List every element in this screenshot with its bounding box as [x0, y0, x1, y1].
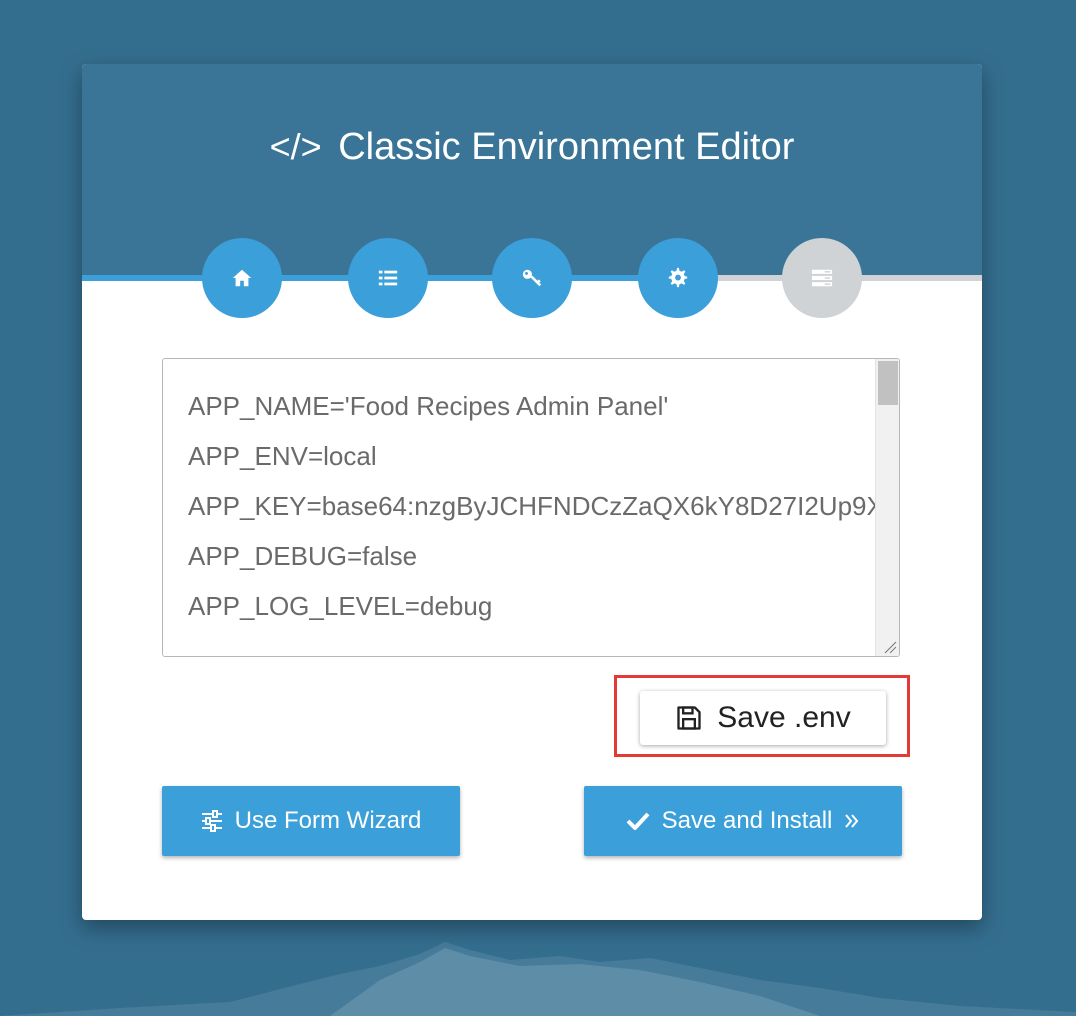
sliders-icon [201, 810, 222, 832]
code-icon: </> [269, 126, 322, 167]
resize-handle-icon[interactable] [883, 640, 897, 654]
check-icon [626, 812, 650, 830]
save-install-button[interactable]: Save and Install [584, 786, 902, 856]
form-wizard-button[interactable]: Use Form Wizard [162, 786, 460, 856]
server-icon [811, 269, 833, 287]
step-home[interactable] [202, 238, 282, 318]
floppy-disk-icon [677, 706, 701, 730]
installer-card: </> Classic Environment Editor APP_NAME=… [82, 64, 982, 920]
save-env-button[interactable]: Save .env [640, 691, 886, 745]
step-permissions[interactable] [492, 238, 572, 318]
save-install-label: Save and Install [661, 807, 833, 834]
env-editor-content[interactable]: APP_NAME='Food Recipes Admin Panel' APP_… [188, 381, 899, 631]
save-env-label: Save .env [717, 701, 851, 734]
page-title: </> Classic Environment Editor [82, 122, 982, 172]
step-requirements[interactable] [348, 238, 428, 318]
home-icon [232, 269, 252, 287]
key-icon [522, 269, 542, 287]
form-wizard-label: Use Form Wizard [234, 807, 422, 834]
editor-scroll-thumb[interactable] [878, 361, 898, 405]
mountain-background [0, 942, 1076, 1016]
step-settings[interactable] [638, 238, 718, 318]
double-chevron-right-icon [845, 814, 859, 828]
env-editor[interactable]: APP_NAME='Food Recipes Admin Panel' APP_… [162, 358, 900, 657]
gear-icon [668, 267, 688, 288]
step-environment[interactable] [782, 238, 862, 318]
list-icon [378, 270, 398, 286]
editor-scrollbar[interactable] [875, 359, 899, 656]
page-title-text: Classic Environment Editor [338, 126, 795, 168]
